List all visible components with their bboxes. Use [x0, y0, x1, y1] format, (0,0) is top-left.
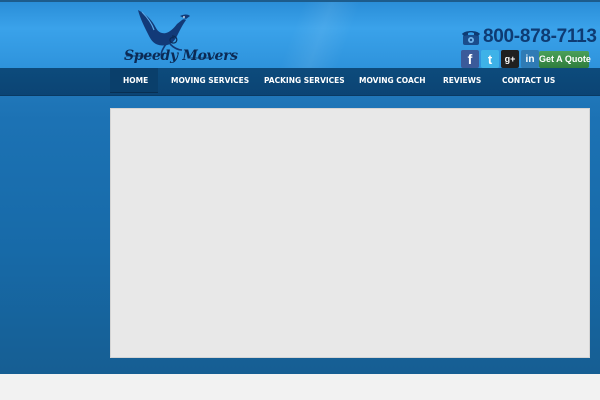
nav-item-reviews[interactable]: REVIEWS [443, 68, 481, 93]
site-logo[interactable]: Speedy Movers [122, 6, 238, 68]
get-a-quote-button[interactable]: Get A Quote [539, 51, 591, 68]
googleplus-icon[interactable]: g+ [501, 50, 519, 68]
nav-item-packing-services[interactable]: PACKING SERVICES [264, 68, 345, 93]
telephone-icon [462, 31, 480, 45]
linkedin-icon[interactable]: in [521, 50, 539, 68]
phone-contact[interactable]: 800-878-7113 [461, 26, 597, 48]
main-content-placeholder [110, 108, 590, 358]
logo-text: Speedy Movers [124, 48, 238, 64]
social-links: f t g+ in [461, 50, 541, 68]
nav-item-moving-coach[interactable]: MOVING COACH [359, 68, 426, 93]
nav-item-home[interactable]: HOME [110, 68, 158, 93]
main-navigation: HOME MOVING SERVICES PACKING SERVICES MO… [0, 68, 600, 96]
nav-item-moving-services[interactable]: MOVING SERVICES [171, 68, 249, 93]
phone-number: 800-878-7113 [483, 26, 597, 47]
nav-item-contact-us[interactable]: CONTACT US [502, 68, 555, 93]
site-header: Speedy Movers 800-878-7113 f t g+ in Get… [0, 0, 600, 70]
twitter-icon[interactable]: t [481, 50, 499, 68]
facebook-icon[interactable]: f [461, 50, 479, 68]
page-footer-area [0, 374, 600, 400]
page-background: Speedy Movers 800-878-7113 f t g+ in Get… [0, 0, 600, 374]
